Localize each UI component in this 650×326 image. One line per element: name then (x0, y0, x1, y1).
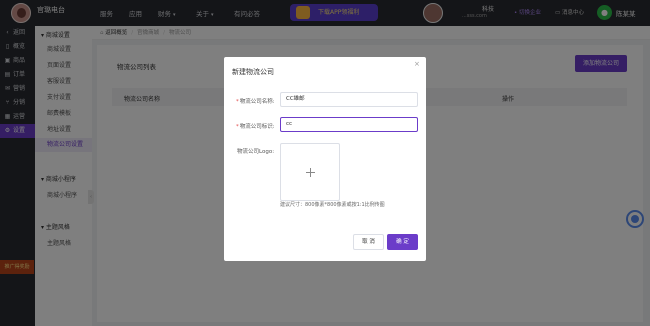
new-logistics-company-dialog: 新建物流公司 × *物流公司名称: CC雄邮 *物流公司标识: cc 物流公司L… (224, 57, 426, 261)
logo-upload[interactable] (280, 143, 340, 201)
close-icon[interactable]: × (414, 60, 420, 68)
name-field-label: *物流公司名称: (236, 99, 275, 105)
cancel-button[interactable]: 取 消 (353, 234, 384, 250)
logo-size-hint: 建议尺寸：800像素*800像素或按1:1比例传图 (280, 202, 385, 208)
code-field-label: *物流公司标识: (236, 124, 275, 130)
dialog-title: 新建物流公司 (232, 68, 274, 76)
company-name-field[interactable]: CC雄邮 (280, 92, 418, 107)
confirm-button[interactable]: 确 定 (387, 234, 418, 250)
company-code-field[interactable]: cc (280, 117, 418, 132)
logo-field-label: 物流公司Logo: (237, 149, 275, 155)
